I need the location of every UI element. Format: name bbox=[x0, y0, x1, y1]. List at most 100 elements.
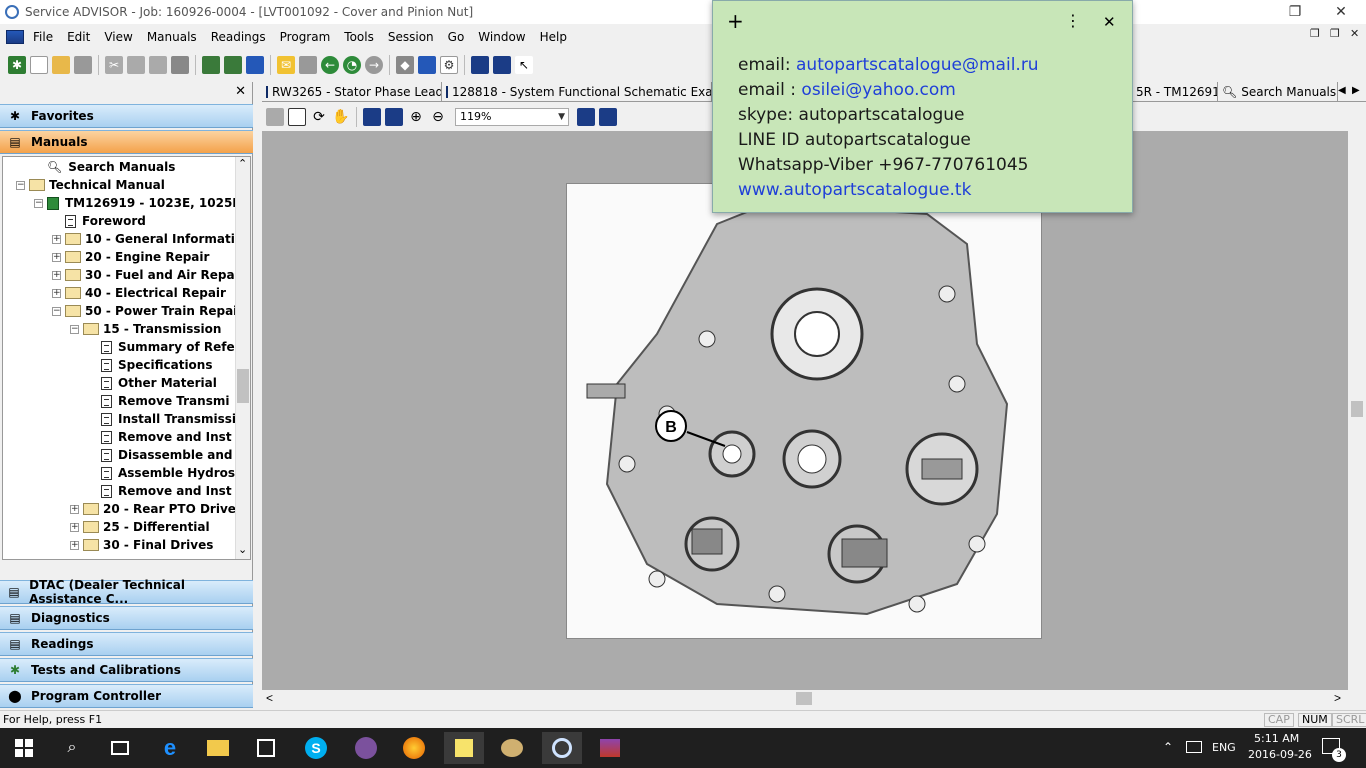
document-window-icon[interactable] bbox=[6, 30, 24, 44]
horizontal-scroll-thumb[interactable] bbox=[796, 692, 812, 705]
menu-view[interactable]: View bbox=[97, 26, 139, 48]
tree-item[interactable]: Summary of Refe bbox=[101, 338, 235, 356]
flask-icon[interactable] bbox=[418, 56, 436, 74]
menu-help[interactable]: Help bbox=[533, 26, 574, 48]
network-icon[interactable] bbox=[1186, 741, 1202, 753]
tab-scroll-right-icon[interactable]: ▶ bbox=[1352, 85, 1360, 96]
tab-scroll-left-icon[interactable]: ◀ bbox=[1338, 85, 1346, 96]
tree-item[interactable]: Remove Transmi bbox=[101, 392, 229, 410]
firefox-icon[interactable] bbox=[394, 732, 434, 764]
tree-item[interactable]: − 50 - Power Train Repair bbox=[52, 302, 243, 320]
diamond-icon[interactable]: ◆ bbox=[396, 56, 414, 74]
menu-file[interactable]: File bbox=[26, 26, 60, 48]
menu-edit[interactable]: Edit bbox=[60, 26, 97, 48]
vertical-scroll-thumb[interactable] bbox=[1351, 401, 1363, 417]
expand-icon[interactable]: + bbox=[70, 540, 79, 550]
open-folder-icon[interactable] bbox=[52, 56, 70, 74]
tree-item[interactable]: Install Transmissi bbox=[101, 410, 236, 428]
scroll-left-icon[interactable]: < bbox=[266, 691, 273, 705]
copy-icon[interactable] bbox=[127, 56, 145, 74]
manuals-tree[interactable]: 🔍︎ Search Manuals − Technical Manual − TM1269… bbox=[2, 156, 251, 560]
tree-item[interactable]: − Technical Manual bbox=[16, 176, 165, 194]
menu-program[interactable]: Program bbox=[273, 26, 338, 48]
edge-browser-icon[interactable]: e bbox=[150, 732, 190, 764]
winrar-icon[interactable] bbox=[590, 732, 630, 764]
window-close-button[interactable]: ✕ bbox=[1318, 0, 1364, 24]
panel-close-icon[interactable]: ✕ bbox=[235, 84, 246, 99]
clock-date[interactable]: 2016-09-26 bbox=[1248, 748, 1312, 761]
expand-icon[interactable]: + bbox=[52, 252, 61, 262]
tree-scrollbar[interactable]: ⌃ ⌄ bbox=[235, 157, 250, 559]
tree-item[interactable]: 🔍︎ Search Manuals bbox=[47, 158, 175, 176]
add-favorite-icon[interactable] bbox=[577, 108, 595, 126]
history-icon[interactable]: ◔ bbox=[343, 56, 361, 74]
menu-session[interactable]: Session bbox=[381, 26, 441, 48]
window-restore-button[interactable]: ❐ bbox=[1272, 0, 1318, 24]
tree-item[interactable]: Foreword bbox=[65, 212, 146, 230]
save-icon[interactable] bbox=[74, 56, 92, 74]
expand-window-icon[interactable] bbox=[471, 56, 489, 74]
mail-icon[interactable]: ✉ bbox=[277, 56, 295, 74]
tree-item[interactable]: Assemble Hydros bbox=[101, 464, 235, 482]
tree-item[interactable]: Disassemble and bbox=[101, 446, 233, 464]
tree-item[interactable]: Specifications bbox=[101, 356, 212, 374]
zoom-out-icon[interactable]: ⊖ bbox=[429, 108, 447, 126]
search-icon[interactable]: ⌕ bbox=[52, 732, 92, 764]
website-link[interactable]: www.autopartscatalogue.tk bbox=[738, 180, 971, 200]
pan-hand-icon[interactable]: ✋ bbox=[332, 108, 350, 126]
file-explorer-icon[interactable] bbox=[198, 732, 238, 764]
program-controller-section-header[interactable]: ⬤ Program Controller bbox=[0, 684, 253, 708]
forward-arrow-icon[interactable]: → bbox=[365, 56, 383, 74]
viewer-horizontal-scrollbar[interactable]: < > bbox=[262, 690, 1348, 708]
start-windows-icon[interactable] bbox=[4, 732, 44, 764]
dtac-section-header[interactable]: ▤ DTAC (Dealer Technical Assistance C... bbox=[0, 578, 253, 606]
collapse-icon[interactable]: − bbox=[52, 306, 61, 316]
skype-icon[interactable]: S bbox=[296, 732, 336, 764]
mdi-restore-button[interactable]: ❐ bbox=[1310, 27, 1320, 40]
more-options-icon[interactable]: ⋮ bbox=[1065, 11, 1081, 30]
viber-icon[interactable] bbox=[346, 732, 386, 764]
tree-item[interactable]: +20 - Engine Repair bbox=[52, 248, 209, 266]
add-note-icon[interactable]: + bbox=[727, 9, 744, 33]
diagnostics-section-header[interactable]: ▤ Diagnostics bbox=[0, 606, 253, 630]
pointer-help-icon[interactable]: ↖ bbox=[515, 56, 533, 74]
expand-icon[interactable]: + bbox=[70, 522, 79, 532]
paste-icon[interactable] bbox=[149, 56, 167, 74]
menu-manuals[interactable]: Manuals bbox=[140, 26, 204, 48]
page-icon[interactable] bbox=[288, 108, 306, 126]
rotate-icon[interactable]: ⟳ bbox=[310, 108, 328, 126]
email-link-2[interactable]: osilei@yahoo.com bbox=[801, 80, 955, 100]
tree-item[interactable]: +20 - Rear PTO Drive bbox=[70, 500, 236, 518]
tab-search-manuals[interactable]: 🔍︎ Search Manuals - bbox=[1218, 82, 1338, 101]
menu-go[interactable]: Go bbox=[441, 26, 472, 48]
tree-scroll-thumb[interactable] bbox=[237, 369, 249, 403]
chevron-up-icon[interactable]: ⌃ bbox=[1163, 740, 1173, 754]
menu-tools[interactable]: Tools bbox=[337, 26, 381, 48]
fit-window-icon[interactable] bbox=[363, 108, 381, 126]
menu-readings[interactable]: Readings bbox=[204, 26, 273, 48]
home-icon[interactable] bbox=[299, 56, 317, 74]
scroll-up-icon[interactable]: ⌃ bbox=[238, 157, 247, 170]
scroll-right-icon[interactable]: > bbox=[1334, 691, 1341, 705]
tab-stator-phase-leads[interactable]: RW3265 - Stator Phase Leads bbox=[262, 82, 442, 101]
tree-item[interactable]: +30 - Fuel and Air Repair bbox=[52, 266, 245, 284]
tree-item[interactable]: +10 - General Informatio bbox=[52, 230, 243, 248]
remove-favorite-icon[interactable] bbox=[599, 108, 617, 126]
network-icon[interactable] bbox=[224, 56, 242, 74]
connect-icon[interactable] bbox=[202, 56, 220, 74]
tree-item[interactable]: Other Material bbox=[101, 374, 217, 392]
collapse-icon[interactable]: − bbox=[34, 198, 43, 208]
zoom-select[interactable]: 119% ▼ bbox=[455, 108, 569, 126]
menu-window[interactable]: Window bbox=[471, 26, 532, 48]
tree-item[interactable]: − 15 - Transmission bbox=[70, 320, 221, 338]
service-advisor-taskbar-icon[interactable] bbox=[542, 732, 582, 764]
collapse-icon[interactable]: − bbox=[70, 324, 79, 334]
tree-item[interactable]: Remove and Inst bbox=[101, 482, 232, 500]
fit-width-icon[interactable] bbox=[385, 108, 403, 126]
zoom-in-icon[interactable]: ⊕ bbox=[407, 108, 425, 126]
back-arrow-icon[interactable]: ← bbox=[321, 56, 339, 74]
tree-item[interactable]: − TM126919 - 1023E, 1025R bbox=[34, 194, 242, 212]
close-icon[interactable]: ✕ bbox=[1103, 13, 1116, 31]
favorites-section-header[interactable]: ✱ Favorites bbox=[0, 104, 253, 128]
expand-icon[interactable]: + bbox=[52, 234, 61, 244]
